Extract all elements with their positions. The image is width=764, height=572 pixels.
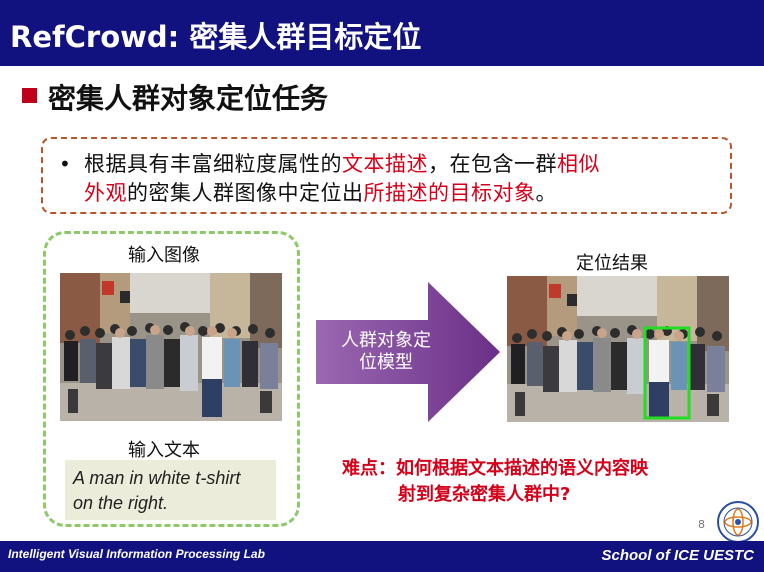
text-query-box: A man in white t-shirt on the right. [65,460,276,520]
input-text-label: 输入文本 [128,440,200,461]
task-line-1: 根据具有丰富细粒度属性的文本描述，在包含一群相似 [84,148,600,178]
school-name: School of ICE UESTC [601,547,754,564]
crowd-scene-illustration [507,276,729,422]
query-line-2: on the right. [73,493,169,513]
model-label-line-2: 位模型 [359,352,413,373]
model-label-line-1: 人群对象定 [341,330,431,351]
text-query: A man in white t-shirt on the right. [73,466,240,516]
task-text: 根据具有丰富细粒度属性的 [84,152,342,176]
bullet-icon: • [59,152,71,176]
task-highlight: 外观 [84,181,127,205]
model-label: 人群对象定 位模型 [326,330,446,374]
input-image-label: 输入图像 [128,245,200,266]
difficulty-line-2: 射到复杂密集人群中? [398,484,571,505]
task-text: ，在包含一群 [428,152,557,176]
uestc-logo-icon [717,501,759,543]
result-label: 定位结果 [576,253,648,274]
task-line-2: 外观的密集人群图像中定位出所描述的目标对象。 [84,177,557,207]
red-square-icon [22,88,37,103]
slide-title: RefCrowd: 密集人群目标定位 [10,20,422,54]
lab-name: Intelligent Visual Information Processin… [8,547,265,561]
difficulty-note: 难点：如何根据文本描述的语义内容映 射到复杂密集人群中? [342,456,648,508]
input-crowd-image [60,273,282,421]
result-crowd-image [507,276,729,422]
task-highlight: 文本描述 [342,152,428,176]
query-line-1: A man in white t-shirt [73,468,241,488]
task-highlight: 所描述的目标对象 [363,181,536,205]
difficulty-line-1: 难点：如何根据文本描述的语义内容映 [342,458,648,479]
task-text: 的密集人群图像中定位出 [127,181,364,205]
section-title: 密集人群对象定位任务 [48,82,329,115]
footer-bar: Intelligent Visual Information Processin… [0,541,764,572]
page-number: 8 [698,518,705,531]
title-bar: RefCrowd: 密集人群目标定位 [0,0,764,66]
task-highlight: 相似 [557,152,600,176]
crowd-scene-illustration [60,273,282,421]
task-text: 。 [535,181,557,205]
